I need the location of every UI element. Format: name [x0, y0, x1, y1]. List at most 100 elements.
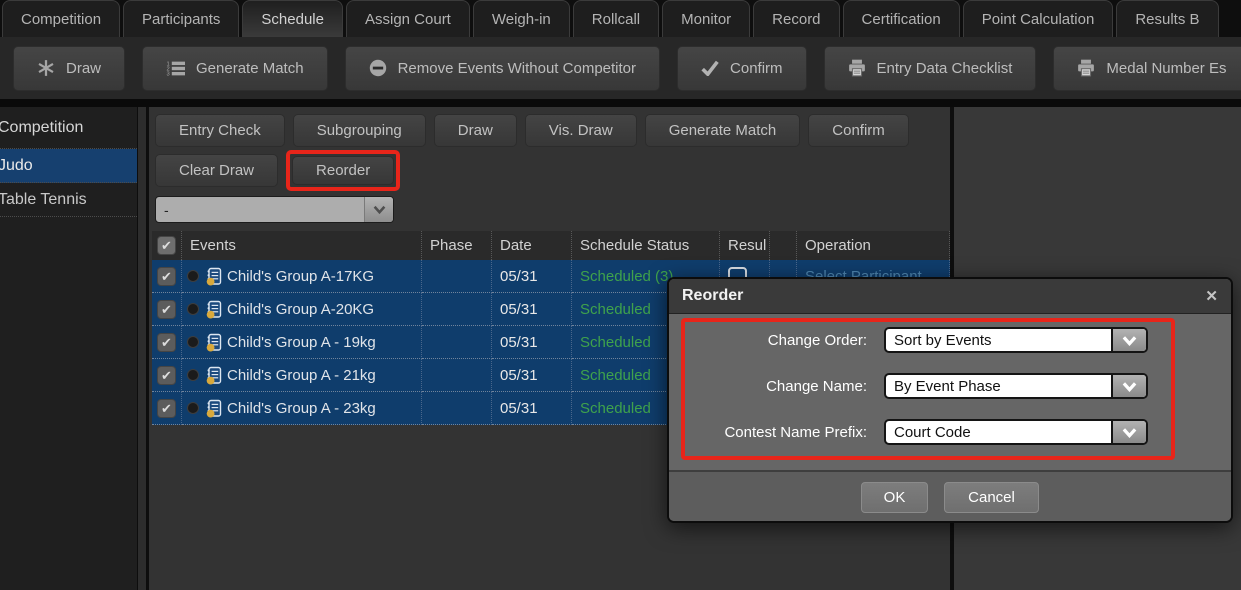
draw-button[interactable]: Draw	[434, 114, 517, 147]
tab-competition[interactable]: Competition	[2, 0, 120, 37]
tab-results-b[interactable]: Results B	[1116, 0, 1218, 37]
chevron-down-icon	[1111, 375, 1146, 397]
column-header-phase: Phase	[422, 231, 492, 260]
event-bracket-icon	[204, 333, 222, 352]
row-checkbox[interactable]	[157, 399, 176, 418]
medal-number-es-button[interactable]: Medal Number Es	[1053, 46, 1241, 91]
ok-button[interactable]: OK	[861, 482, 928, 513]
contest-name-prefix-select[interactable]: Court Code	[884, 419, 1148, 445]
tab-label: Weigh-in	[492, 11, 551, 28]
tab-label: Schedule	[261, 11, 324, 28]
tab-assign-court[interactable]: Assign Court	[346, 0, 470, 37]
dialog-field-value: Sort by Events	[886, 329, 1111, 351]
confirm-button[interactable]: Confirm	[808, 114, 909, 147]
date-cell: 05/31	[492, 293, 572, 326]
tab-monitor[interactable]: Monitor	[662, 0, 750, 37]
tab-label: Participants	[142, 11, 220, 28]
dialog-field-value: Court Code	[886, 421, 1111, 443]
dialog-title: Reorder	[682, 287, 743, 305]
close-icon[interactable]: ✕	[1205, 287, 1218, 305]
row-checkbox[interactable]	[157, 333, 176, 352]
event-name: Child's Group A - 21kg	[227, 367, 376, 384]
date-cell: 05/31	[492, 260, 572, 293]
event-name: Child's Group A-20KG	[227, 301, 374, 318]
event-bracket-icon	[204, 267, 222, 286]
dialog-field-row-change-order: Change Order: Sort by Events	[669, 327, 1148, 353]
reorder-dialog: Reorder ✕ Change Order: Sort by Events C…	[667, 277, 1233, 523]
column-header-result: Resul	[720, 231, 770, 260]
events-table-header: Events Phase Date Schedule Status Resul …	[152, 231, 950, 260]
row-checkbox[interactable]	[157, 300, 176, 319]
vertical-scrollbar[interactable]	[137, 107, 147, 590]
sidebar-item-table-tennis[interactable]: Table Tennis	[0, 183, 137, 217]
tab-schedule[interactable]: Schedule	[242, 0, 343, 37]
tab-rollcall[interactable]: Rollcall	[573, 0, 659, 37]
reorder-dialog-titlebar: Reorder ✕	[669, 279, 1231, 314]
tab-label: Monitor	[681, 11, 731, 28]
cancel-button[interactable]: Cancel	[944, 482, 1039, 513]
printer-icon	[1077, 59, 1095, 77]
tab-label: Competition	[21, 11, 101, 28]
generate-match-button[interactable]: 123 Generate Match	[142, 46, 328, 91]
event-bracket-icon	[204, 366, 222, 385]
tab-label: Certification	[862, 11, 941, 28]
row-checkbox[interactable]	[157, 267, 176, 286]
date-cell: 05/31	[492, 326, 572, 359]
toolbar: Draw 123 Generate Match Remove Events Wi…	[0, 37, 1241, 99]
vis-draw-button[interactable]: Vis. Draw	[525, 114, 637, 147]
dialog-field-value: By Event Phase	[886, 375, 1111, 397]
action-row-2: Clear Draw Reorder	[155, 154, 950, 187]
wand-star-icon	[37, 59, 55, 77]
tab-participants[interactable]: Participants	[123, 0, 239, 37]
phase-cell	[422, 359, 492, 392]
numbered-list-icon: 123	[166, 61, 185, 76]
sidebar-item-judo[interactable]: Judo	[0, 149, 137, 183]
phase-cell	[422, 260, 492, 293]
event-name: Child's Group A-17KG	[227, 268, 374, 285]
event-bracket-icon	[204, 399, 222, 418]
tab-label: Assign Court	[365, 11, 451, 28]
phase-cell	[422, 326, 492, 359]
toolbar-button-label: Confirm	[730, 60, 783, 77]
tab-certification[interactable]: Certification	[843, 0, 960, 37]
select-all-checkbox[interactable]	[157, 236, 176, 255]
column-header-events: Events	[182, 231, 422, 260]
confirm-button[interactable]: Confirm	[677, 46, 807, 91]
action-row-1: Entry CheckSubgroupingDrawVis. DrawGener…	[155, 114, 950, 147]
tab-weigh-in[interactable]: Weigh-in	[473, 0, 570, 37]
checkmark-icon	[701, 60, 719, 76]
phase-cell	[422, 392, 492, 425]
column-header-spacer	[770, 231, 797, 260]
column-header-operation: Operation	[797, 231, 950, 260]
horizontal-divider	[0, 99, 1241, 107]
printer-icon	[848, 59, 866, 77]
event-filter-value: -	[156, 202, 364, 218]
entry-check-button[interactable]: Entry Check	[155, 114, 285, 147]
remove-events-without-competitor-button[interactable]: Remove Events Without Competitor	[345, 46, 660, 91]
chevron-down-icon	[1111, 329, 1146, 351]
dialog-field-row-change-name: Change Name: By Event Phase	[669, 373, 1148, 399]
entry-data-checklist-button[interactable]: Entry Data Checklist	[824, 46, 1037, 91]
dialog-field-row-contest-name-prefix: Contest Name Prefix: Court Code	[669, 419, 1148, 445]
column-header-date: Date	[492, 231, 572, 260]
clear-draw-button[interactable]: Clear Draw	[155, 154, 278, 187]
draw-button[interactable]: Draw	[13, 46, 125, 91]
tab-record[interactable]: Record	[753, 0, 839, 37]
event-name: Child's Group A - 23kg	[227, 400, 376, 417]
reorder-dialog-body: Change Order: Sort by Events Change Name…	[669, 314, 1231, 470]
event-filter-select[interactable]: -	[155, 196, 394, 223]
toolbar-button-label: Generate Match	[196, 60, 304, 77]
date-cell: 05/31	[492, 392, 572, 425]
toolbar-button-label: Entry Data Checklist	[877, 60, 1013, 77]
column-header-schedule-status: Schedule Status	[572, 231, 720, 260]
tab-point-calculation[interactable]: Point Calculation	[963, 0, 1114, 37]
change-name-select[interactable]: By Event Phase	[884, 373, 1148, 399]
subgrouping-button[interactable]: Subgrouping	[293, 114, 426, 147]
row-checkbox[interactable]	[157, 366, 176, 385]
reorder-button[interactable]: Reorder	[292, 156, 394, 185]
change-order-select[interactable]: Sort by Events	[884, 327, 1148, 353]
tab-label: Rollcall	[592, 11, 640, 28]
status-dot-icon	[187, 270, 199, 282]
toolbar-button-label: Remove Events Without Competitor	[398, 60, 636, 77]
generate-match-button[interactable]: Generate Match	[645, 114, 801, 147]
